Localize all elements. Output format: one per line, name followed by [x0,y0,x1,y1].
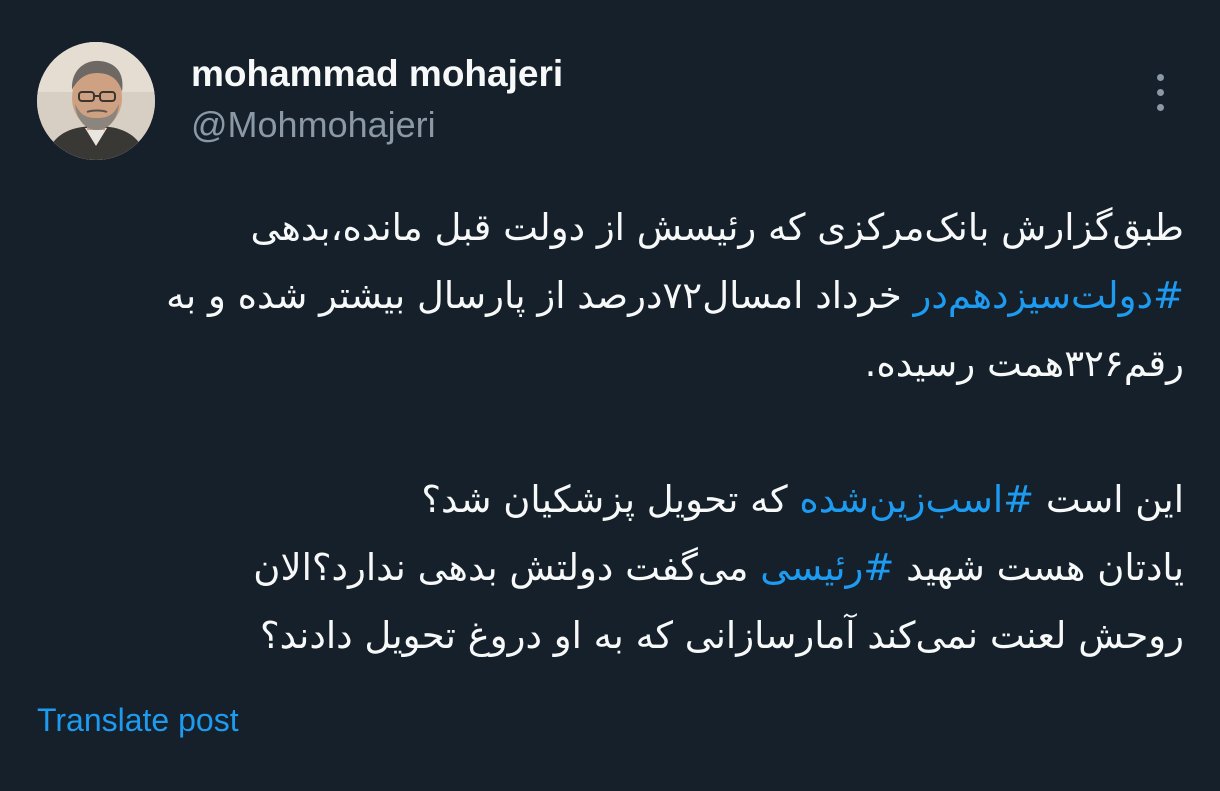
tweet-line: یادتان هست شهید #رئیسی می‌گفت دولتش بدهی… [34,534,1184,602]
translate-post-link[interactable]: Translate post [37,700,239,740]
hashtag-link[interactable]: #رئیسی [760,546,894,589]
tweet-text-span: رقم۳۲۶همت رسیده. [864,342,1184,385]
author-name[interactable]: mohammad mohajeri [191,52,563,96]
tweet-text-span: طبق‌گزارش بانک‌مرکزی که رئیسش از دولت قب… [250,206,1185,249]
tweet-text-span: می‌گفت دولتش بدهی ندارد؟الان [253,546,761,589]
tweet-text-span: که تحویل پزشکیان شد؟ [421,478,800,521]
avatar[interactable] [37,42,155,160]
more-options-button[interactable] [1138,66,1182,118]
more-vertical-icon [1156,73,1164,81]
hashtag-link[interactable]: #اسب‌زین‌شده [799,478,1034,521]
more-vertical-icon [1156,103,1164,111]
tweet-text-span: روحش لعنت نمی‌کند آمارسازانی که به او در… [259,614,1184,657]
tweet-text-span: یادتان هست شهید [894,546,1184,589]
tweet-card: mohammad mohajeri @Mohmohajeri طبق‌گزارش… [0,0,1220,791]
tweet-line: روحش لعنت نمی‌کند آمارسازانی که به او در… [34,602,1184,670]
more-vertical-icon [1156,88,1164,96]
tweet-line: این است #اسب‌زین‌شده که تحویل پزشکیان شد… [34,466,1184,534]
tweet-text-span: خرداد امسال۷۲درصد از پارسال بیشتر شده و … [166,274,914,317]
tweet-line: #دولت‌سیزدهم‌در خرداد امسال۷۲درصد از پار… [34,262,1184,330]
tweet-line: رقم۳۲۶همت رسیده. [34,330,1184,398]
hashtag-link[interactable]: #دولت‌سیزدهم‌در [914,274,1185,317]
avatar-image [37,42,155,160]
tweet-text: طبق‌گزارش بانک‌مرکزی که رئیسش از دولت قب… [34,194,1184,670]
tweet-text-span: این است [1034,478,1184,521]
tweet-line: طبق‌گزارش بانک‌مرکزی که رئیسش از دولت قب… [34,194,1185,262]
author-handle[interactable]: @Mohmohajeri [191,103,436,147]
